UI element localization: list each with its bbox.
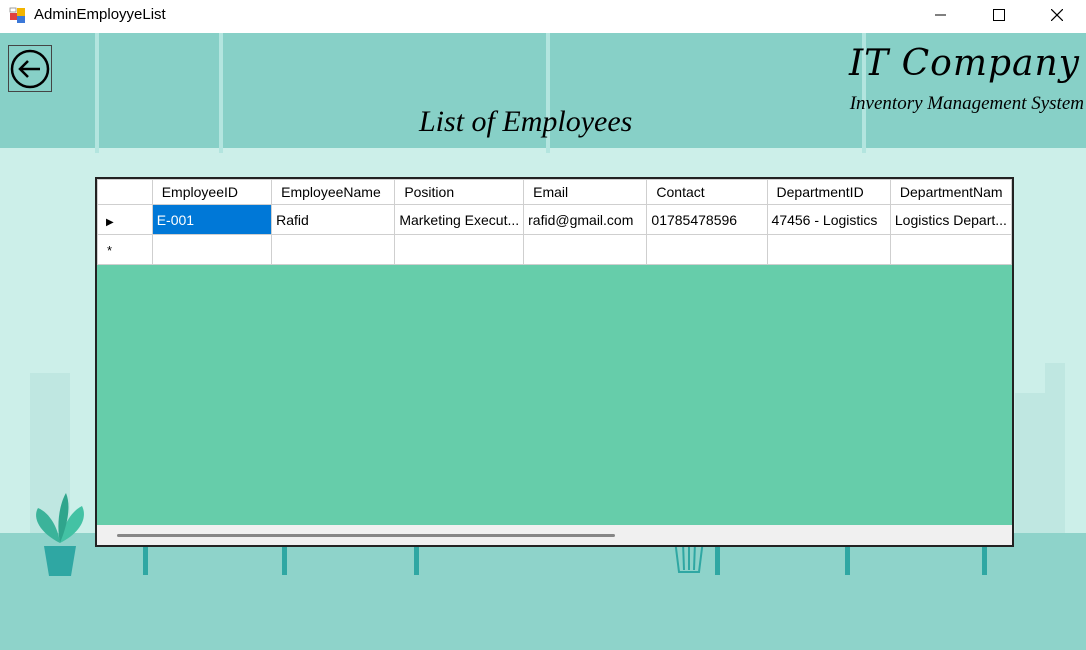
column-header-email[interactable]: Email — [523, 179, 648, 205]
background-post — [845, 545, 850, 575]
new-cell[interactable] — [766, 234, 891, 265]
table-row[interactable]: ▶ E-001 Rafid Marketing Execut... rafid@… — [97, 204, 1012, 235]
column-header-employeename[interactable]: EmployeeName — [271, 179, 396, 205]
row-header-corner[interactable] — [97, 179, 153, 205]
employee-table: EmployeeID EmployeeName Position Email C… — [97, 179, 1012, 265]
column-header-position[interactable]: Position — [394, 179, 525, 205]
background-building — [1045, 363, 1065, 533]
minimize-button[interactable] — [912, 0, 970, 30]
page-title: List of Employees — [419, 105, 633, 138]
scrollbar-thumb[interactable] — [117, 534, 615, 537]
cell-email[interactable]: rafid@gmail.com — [523, 204, 648, 235]
column-header-contact[interactable]: Contact — [646, 179, 768, 205]
window-title: AdminEmployyeList — [34, 6, 166, 23]
arrow-left-circle-icon — [10, 49, 50, 89]
new-cell[interactable] — [271, 234, 396, 265]
minimize-icon — [935, 14, 946, 16]
new-cell[interactable] — [889, 234, 1012, 265]
new-cell[interactable] — [151, 234, 273, 265]
background-post — [715, 545, 720, 575]
background-post — [414, 545, 419, 575]
column-header-employeeid[interactable]: EmployeeID — [151, 179, 273, 205]
title-bar: AdminEmployyeList — [0, 0, 1086, 33]
maximize-button[interactable] — [970, 0, 1028, 30]
current-row-arrow-icon: ▶ — [106, 216, 114, 228]
new-cell[interactable] — [394, 234, 525, 265]
new-cell[interactable] — [523, 234, 648, 265]
column-header-departmentid[interactable]: DepartmentID — [766, 179, 891, 205]
header-row: EmployeeID EmployeeName Position Email C… — [97, 179, 1012, 205]
background-pillar — [95, 33, 99, 153]
potted-plant-icon — [36, 493, 84, 576]
background-post — [982, 545, 987, 575]
cell-employeeid[interactable]: E-001 — [151, 204, 273, 235]
winforms-app-icon — [9, 7, 25, 23]
cell-departmentid[interactable]: 47456 - Logistics — [766, 204, 891, 235]
new-row[interactable]: * — [97, 234, 1012, 265]
company-name: IT Company — [848, 43, 1080, 84]
system-subtitle: Inventory Management System — [849, 93, 1084, 114]
background-floor — [0, 533, 1086, 650]
background-post — [282, 545, 287, 575]
close-button[interactable] — [1028, 0, 1086, 30]
cell-position[interactable]: Marketing Execut... — [394, 204, 525, 235]
back-button[interactable] — [8, 45, 52, 92]
maximize-icon — [993, 9, 1005, 21]
cell-employeename[interactable]: Rafid — [271, 204, 396, 235]
horizontal-scrollbar[interactable] — [97, 525, 1012, 545]
row-indicator[interactable]: * — [97, 234, 153, 265]
background-building — [1015, 393, 1045, 533]
column-header-departmentname[interactable]: DepartmentNam — [889, 179, 1012, 205]
new-row-asterisk-icon: * — [107, 242, 113, 258]
employee-grid[interactable]: EmployeeID EmployeeName Position Email C… — [95, 177, 1014, 547]
new-cell[interactable] — [646, 234, 768, 265]
background-pillar — [219, 33, 223, 153]
row-indicator[interactable]: ▶ — [97, 204, 153, 235]
close-icon — [1051, 9, 1063, 21]
form-client-area: IT Company Inventory Management System L… — [0, 33, 1086, 650]
cell-departmentname[interactable]: Logistics Depart... — [889, 204, 1012, 235]
cell-contact[interactable]: 01785478596 — [646, 204, 768, 235]
background-post — [143, 545, 148, 575]
